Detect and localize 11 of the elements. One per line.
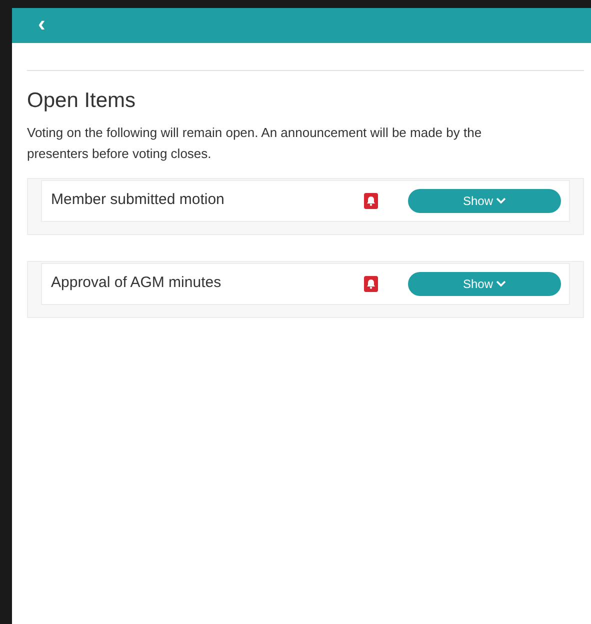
bell-icon: [364, 276, 378, 292]
description-text: Voting on the following will remain open. An announcement will be made by the presenters before voting closes.: [27, 124, 483, 163]
item-title: Member submitted motion: [51, 190, 226, 210]
back-button[interactable]: ‹: [38, 13, 46, 38]
chevron-down-icon: [496, 280, 506, 287]
show-button[interactable]: Show: [408, 188, 561, 212]
page-title: Open Items: [27, 88, 137, 114]
bell-icon: [364, 192, 378, 208]
chevron-down-icon: [496, 197, 506, 204]
show-button[interactable]: Show: [408, 272, 561, 296]
item-title: Approval of AGM minutes: [51, 273, 222, 294]
